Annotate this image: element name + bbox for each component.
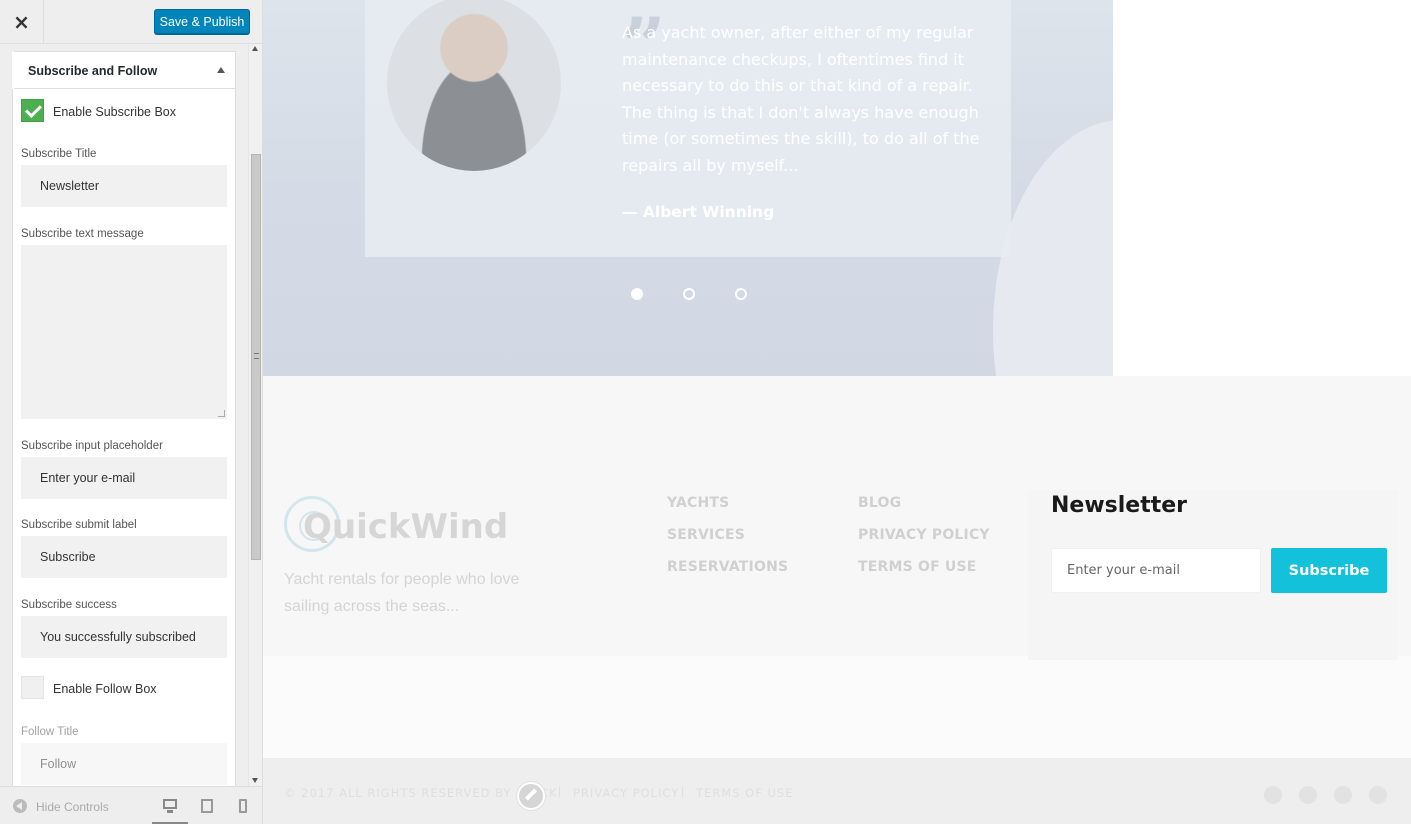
google-plus-icon[interactable] (1334, 786, 1352, 804)
follow-title-label: Follow Title (21, 726, 79, 738)
placeholder-label: Subscribe input placeholder (21, 440, 163, 452)
subscribe-title-label: Subscribe Title (21, 148, 97, 160)
slider-dot-3[interactable] (735, 288, 747, 300)
bottom-link-terms[interactable]: TERMS OF USE (696, 786, 793, 800)
collapse-arrow-icon[interactable] (217, 67, 225, 73)
tablet-icon (201, 799, 213, 813)
mobile-icon (239, 799, 247, 813)
enable-subscribe-label: Enable Subscribe Box (53, 105, 176, 119)
footer-link-yachts[interactable]: YACHTS (667, 495, 729, 511)
grip-icon (254, 353, 259, 359)
instagram-icon[interactable] (1369, 786, 1387, 804)
facebook-icon[interactable] (1264, 786, 1282, 804)
customizer-panel: Subscribe and Follow Enable Subscribe Bo… (0, 44, 248, 786)
separator: | (681, 784, 685, 798)
section-title: Subscribe and Follow (28, 64, 158, 78)
testimonial-section: ” As a yacht owner, after either of my r… (263, 0, 1113, 376)
enable-follow-label: Enable Follow Box (53, 682, 157, 696)
footer-tagline: Yacht rentals for people who love sailin… (284, 571, 520, 615)
customizer-header: × Save & Publish (0, 0, 262, 44)
scrollbar-thumb[interactable] (251, 154, 261, 560)
enable-follow-checkbox[interactable] (21, 676, 44, 699)
subscribe-placeholder-input[interactable]: Enter your e-mail (21, 457, 227, 499)
desktop-icon (163, 799, 177, 809)
close-customizer-button[interactable]: × (0, 0, 44, 44)
footer-logo[interactable]: QuickWind (303, 507, 508, 547)
footer-link-blog[interactable]: BLOG (858, 495, 901, 511)
edit-pencil-icon[interactable] (517, 782, 545, 810)
follow-title-input[interactable]: Follow (21, 743, 227, 785)
preview-desktop-button[interactable] (152, 787, 188, 824)
subscribe-success-input[interactable]: You successfully subscribed (21, 616, 227, 658)
testimonial-quote: As a yacht owner, after either of my reg… (622, 23, 980, 175)
subscribe-text-label: Subscribe text message (21, 228, 144, 240)
footer-link-services[interactable]: SERVICES (667, 527, 745, 543)
bottom-bar: © 2017 ALL RIGHTS RESERVED BY QUICK | PR… (263, 758, 1411, 824)
panel-scrollbar[interactable] (248, 44, 262, 786)
subscribe-success-label: Subscribe success (21, 599, 117, 611)
enable-subscribe-checkbox[interactable] (21, 99, 44, 122)
newsletter-widget: Newsletter Enter your e-mail Subscribe (1028, 490, 1398, 660)
newsletter-subscribe-button[interactable]: Subscribe (1271, 548, 1387, 593)
hide-controls-button[interactable]: Hide Controls (36, 800, 109, 814)
twitter-icon[interactable] (1299, 786, 1317, 804)
customizer-sidebar: × Save & Publish Subscribe and Follow En… (0, 0, 263, 824)
subscribe-text-textarea[interactable] (21, 245, 227, 419)
site-preview: ” As a yacht owner, after either of my r… (263, 0, 1411, 824)
background-shape (993, 120, 1113, 376)
save-publish-button[interactable]: Save & Publish (154, 9, 250, 34)
separator: | (558, 784, 562, 798)
collapse-sidebar-icon[interactable] (13, 799, 27, 813)
customizer-footer: Hide Controls (0, 786, 262, 824)
preview-mobile-button[interactable] (225, 787, 261, 824)
subscribe-title-input[interactable]: Newsletter (21, 165, 227, 207)
footer-link-reservations[interactable]: RESERVATIONS (667, 559, 788, 575)
testimonial-card: ” As a yacht owner, after either of my r… (365, 0, 1011, 257)
preview-tablet-button[interactable] (189, 787, 225, 824)
testimonial-author: — Albert Winning (622, 203, 775, 221)
footer-link-terms[interactable]: TERMS OF USE (858, 559, 977, 575)
scroll-down-arrow-icon[interactable] (252, 778, 258, 783)
section-controls: Enable Subscribe Box Subscribe Title New… (12, 89, 236, 786)
site-footer: QuickWind Yacht rentals for people who l… (263, 376, 1411, 758)
scroll-up-arrow-icon[interactable] (252, 46, 258, 51)
subscribe-submit-label-input[interactable]: Subscribe (21, 536, 227, 578)
submit-label-label: Subscribe submit label (21, 519, 137, 531)
footer-link-privacy[interactable]: PRIVACY POLICY (858, 527, 990, 543)
testimonial-avatar (387, 0, 561, 171)
close-icon: × (13, 10, 30, 34)
newsletter-email-input[interactable]: Enter your e-mail (1051, 548, 1261, 593)
slider-dot-2[interactable] (683, 288, 695, 300)
section-header-subscribe-follow[interactable]: Subscribe and Follow (12, 51, 236, 89)
desktop-stand-icon (167, 810, 173, 813)
bottom-link-privacy[interactable]: PRIVACY POLICY (573, 786, 679, 800)
slider-dot-1[interactable] (631, 288, 643, 300)
newsletter-title: Newsletter (1051, 493, 1188, 518)
